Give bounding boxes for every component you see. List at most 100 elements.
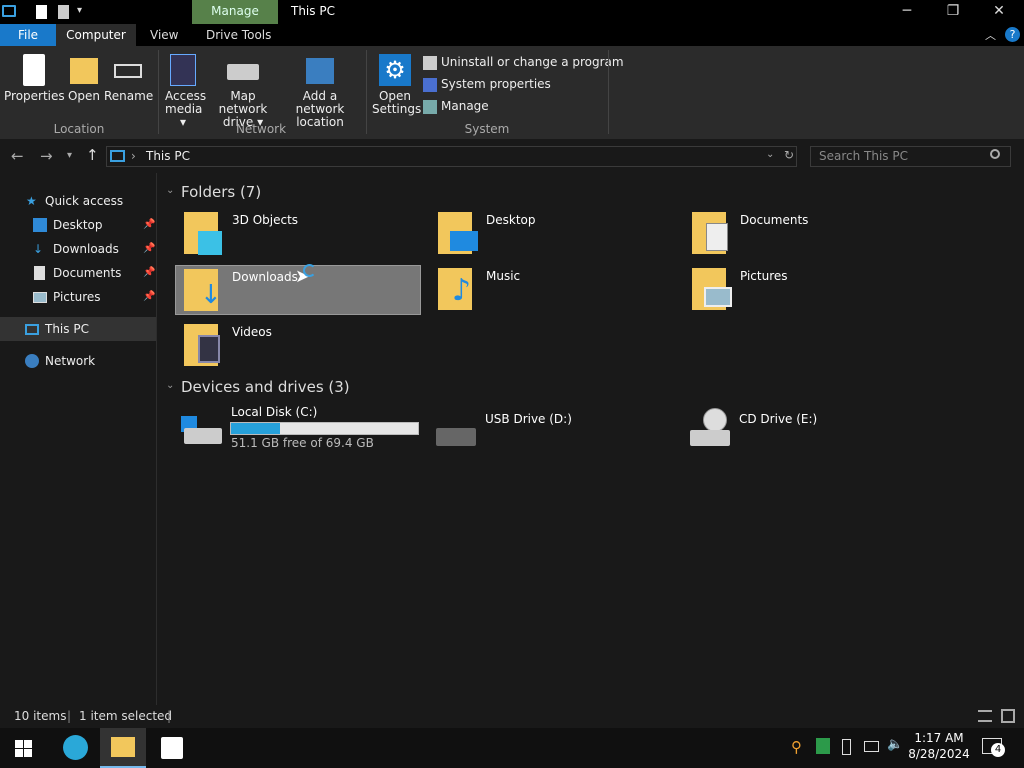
open-settings-button[interactable]: ⚙ Open Settings xyxy=(370,54,421,116)
help-icon[interactable]: ? xyxy=(1005,27,1020,42)
rename-icon xyxy=(114,64,142,78)
download-icon: ↓ xyxy=(33,242,44,256)
search-input[interactable]: Search This PC xyxy=(810,146,1011,167)
tab-view[interactable]: View xyxy=(138,24,190,46)
folder-3d-objects[interactable]: 3D Objects xyxy=(176,209,422,259)
manage-context-tab[interactable]: Manage xyxy=(192,0,278,24)
drive-usb-d[interactable]: USB Drive (D:) xyxy=(430,404,676,454)
network-drive-icon xyxy=(227,64,259,80)
pictures-icon xyxy=(704,287,732,307)
folders-collapse-icon[interactable]: ⌄ xyxy=(166,185,174,196)
pin-icon[interactable]: 📌 xyxy=(143,285,155,309)
usb-tray-icon[interactable] xyxy=(842,739,851,755)
tab-computer[interactable]: Computer xyxy=(56,24,136,46)
volume-muted-icon[interactable]: 🔈 xyxy=(887,737,903,752)
collapse-ribbon-icon[interactable]: ︿ xyxy=(985,27,996,43)
desktop-icon xyxy=(33,218,47,232)
manage-icon xyxy=(423,99,437,114)
window-title: This PC xyxy=(291,4,335,18)
folder-documents[interactable]: Documents xyxy=(684,209,930,259)
close-button[interactable]: ✕ xyxy=(976,0,1022,24)
file-explorer-taskbar-button[interactable] xyxy=(100,728,146,768)
sidebar-item-pictures[interactable]: Pictures 📌 xyxy=(0,285,156,309)
forward-arrow-icon[interactable]: → xyxy=(40,147,53,165)
drives-header[interactable]: Devices and drives (3) xyxy=(181,378,350,396)
refresh-icon[interactable]: ↻ xyxy=(784,148,794,162)
access-media-button[interactable]: Access media ▾ xyxy=(160,54,206,129)
details-view-icon[interactable] xyxy=(978,710,992,722)
sidebar-item-desktop[interactable]: Desktop 📌 xyxy=(0,213,156,237)
open-button[interactable]: Open xyxy=(64,54,104,103)
tab-drive-tools[interactable]: Drive Tools xyxy=(194,24,283,46)
system-properties-icon xyxy=(423,77,437,92)
system-properties-button[interactable]: System properties xyxy=(423,73,551,95)
network-icon xyxy=(25,354,39,368)
store-icon[interactable] xyxy=(161,737,183,759)
folders-header[interactable]: Folders (7) xyxy=(181,183,261,201)
clock[interactable]: 1:17 AM 8/28/2024 xyxy=(906,731,972,761)
sidebar-item-quick-access[interactable]: ★ Quick access xyxy=(0,189,156,213)
back-arrow-icon[interactable]: ← xyxy=(11,147,24,165)
new-folder-qat-icon[interactable] xyxy=(58,5,69,19)
notifications-button[interactable]: 4 xyxy=(982,738,1005,757)
windows-logo-icon xyxy=(15,740,23,748)
search-icon xyxy=(990,149,1000,159)
folder-videos[interactable]: Videos xyxy=(176,321,422,371)
shield-icon[interactable] xyxy=(816,738,830,754)
app-icon[interactable] xyxy=(2,5,16,17)
usb-drive-icon xyxy=(436,428,476,446)
pin-icon[interactable]: 📌 xyxy=(143,213,155,237)
recent-locations-icon[interactable]: ▾ xyxy=(67,150,72,161)
windows-logo-icon xyxy=(24,740,32,748)
search-tray-icon[interactable]: ⚲ xyxy=(791,738,802,756)
manage-button[interactable]: Manage xyxy=(423,95,489,117)
group-system-label: System xyxy=(464,122,510,136)
notification-count-badge: 4 xyxy=(991,743,1005,757)
folder-open-icon xyxy=(70,58,98,84)
address-bar[interactable]: › This PC ⌄ ↻ xyxy=(106,146,797,167)
edge-icon[interactable] xyxy=(63,735,88,760)
sidebar-item-this-pc[interactable]: This PC xyxy=(0,317,156,341)
minimize-button[interactable]: ─ xyxy=(884,0,930,24)
folder-music[interactable]: ♪ Music xyxy=(430,265,676,315)
uninstall-program-button[interactable]: Uninstall or change a program xyxy=(423,51,624,73)
restore-button[interactable]: ❐ xyxy=(930,0,976,24)
disk-usage-bar xyxy=(230,422,419,435)
document-icon xyxy=(34,266,45,280)
pin-icon[interactable]: 📌 xyxy=(143,237,155,261)
folder-pictures[interactable]: Pictures xyxy=(684,265,930,315)
up-arrow-icon[interactable]: ↑ xyxy=(86,146,99,164)
sidebar-item-documents[interactable]: Documents 📌 xyxy=(0,261,156,285)
start-button[interactable] xyxy=(15,740,32,757)
rename-button[interactable]: Rename xyxy=(104,54,153,103)
cd-drive-icon xyxy=(690,430,730,446)
qat-dropdown-icon[interactable]: ▾ xyxy=(77,5,82,16)
film-icon xyxy=(198,335,220,363)
map-network-drive-button[interactable]: Map network drive ▾ xyxy=(206,54,280,129)
cd-icon xyxy=(703,408,727,432)
add-network-location-button[interactable]: Add a network location xyxy=(280,54,360,129)
pin-icon[interactable]: 📌 xyxy=(143,261,155,285)
drive-cd-e[interactable]: CD Drive (E:) xyxy=(684,404,930,454)
hard-drive-icon xyxy=(184,428,222,444)
document-icon xyxy=(706,223,728,251)
breadcrumb-separator: › xyxy=(131,149,136,163)
windows-logo-icon xyxy=(24,749,32,757)
tab-file[interactable]: File xyxy=(0,24,56,46)
properties-qat-icon[interactable] xyxy=(36,5,47,19)
network-location-icon xyxy=(306,58,334,84)
sidebar-item-downloads[interactable]: ↓ Downloads 📌 xyxy=(0,237,156,261)
sidebar-item-network[interactable]: Network xyxy=(0,349,156,373)
properties-button[interactable]: Properties xyxy=(4,54,65,103)
drives-collapse-icon[interactable]: ⌄ xyxy=(166,380,174,391)
drive-local-disk-c[interactable]: Local Disk (C:) 51.1 GB free of 69.4 GB xyxy=(176,404,422,454)
network-tray-icon[interactable] xyxy=(864,741,879,752)
folder-desktop[interactable]: Desktop xyxy=(430,209,676,259)
status-divider: | xyxy=(167,709,172,723)
ribbon-separator xyxy=(608,50,609,134)
address-dropdown-icon[interactable]: ⌄ xyxy=(766,149,774,160)
title-bar xyxy=(0,0,1024,24)
large-icons-view-icon[interactable] xyxy=(1001,709,1015,723)
breadcrumb-this-pc[interactable]: This PC xyxy=(146,149,190,163)
download-icon: ↓ xyxy=(200,280,222,310)
